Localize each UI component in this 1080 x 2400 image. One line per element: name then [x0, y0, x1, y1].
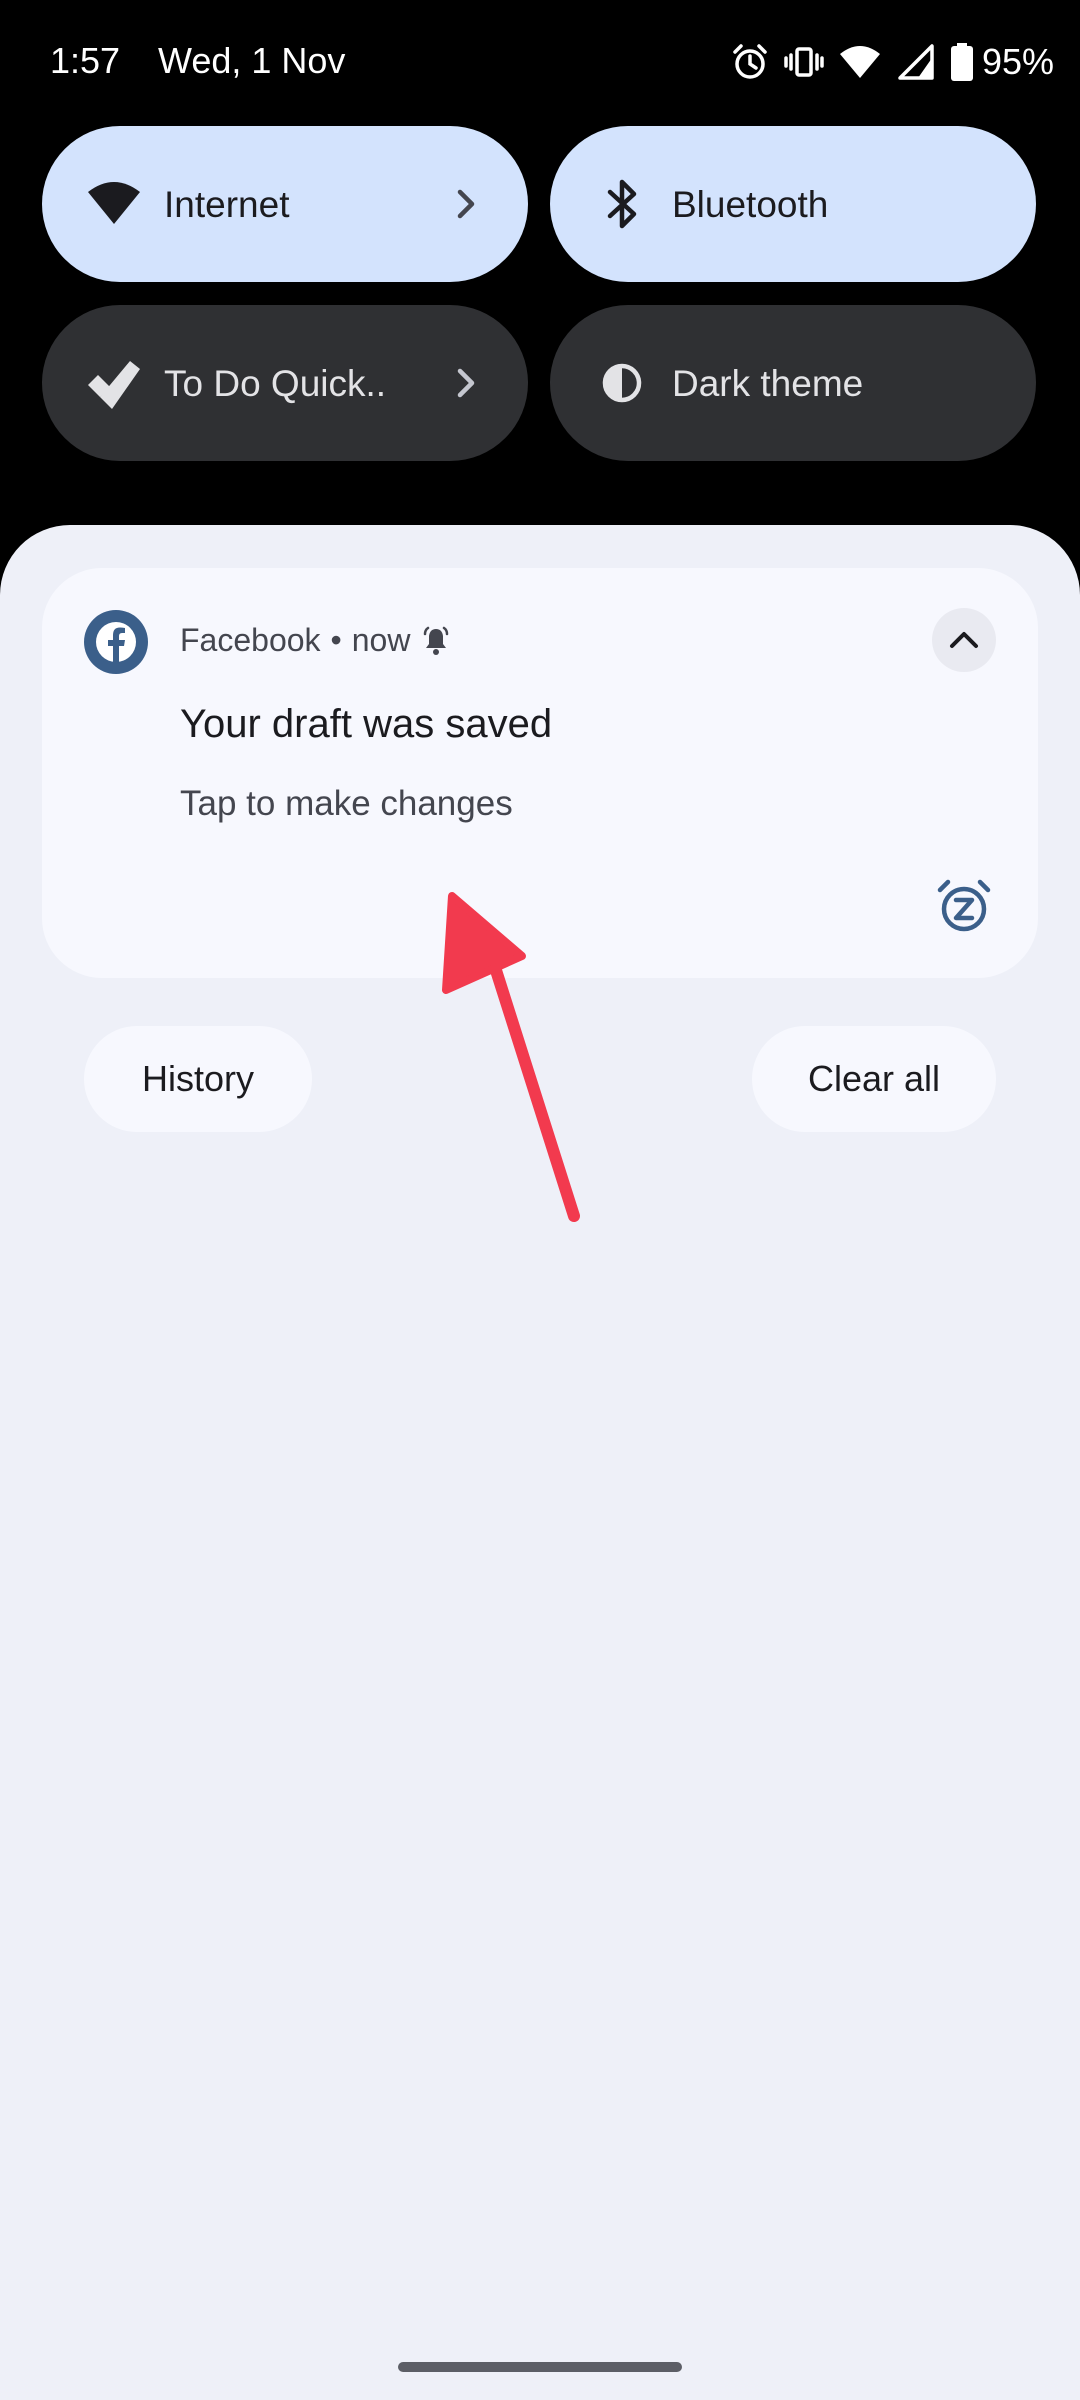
notification-body: Tap to make changes	[180, 784, 513, 823]
notification-separator: •	[330, 622, 342, 658]
dark-theme-icon	[602, 363, 642, 403]
status-date: Wed, 1 Nov	[158, 40, 346, 81]
tile-dark-theme[interactable]: Dark theme	[550, 305, 1036, 461]
wifi-icon	[839, 46, 880, 78]
clear-all-button[interactable]: Clear all	[752, 1026, 996, 1132]
notification-app-name: Facebook	[180, 622, 321, 658]
snooze-icon[interactable]	[934, 876, 994, 936]
alarm-icon	[733, 44, 767, 79]
facebook-icon	[84, 610, 148, 674]
tile-label: Internet	[164, 184, 290, 225]
battery-icon	[950, 43, 973, 81]
tile-label: Dark theme	[672, 363, 864, 404]
status-icons: 95%	[730, 40, 1054, 84]
notification-title: Your draft was saved	[180, 702, 553, 746]
alerting-bell-icon	[424, 626, 449, 655]
vibrate-icon	[784, 47, 824, 77]
tile-label: To Do Quick..	[164, 363, 387, 404]
bluetooth-icon	[607, 179, 637, 229]
tile-label: Bluetooth	[672, 184, 829, 225]
status-time: 1:57	[50, 40, 121, 81]
tile-todo-quick[interactable]: To Do Quick..	[42, 305, 528, 461]
status-bar: 1:57 Wed, 1 Nov 95%	[0, 0, 1080, 124]
chevron-right-icon	[457, 189, 475, 219]
collapse-button[interactable]	[932, 608, 996, 672]
history-button[interactable]: History	[84, 1026, 312, 1132]
notification-header: Facebook • now	[180, 622, 452, 659]
tile-internet[interactable]: Internet	[42, 126, 528, 282]
todo-check-icon	[88, 361, 140, 409]
wifi-icon	[88, 182, 140, 224]
home-indicator[interactable]	[398, 2362, 682, 2372]
tile-bluetooth[interactable]: Bluetooth	[550, 126, 1036, 282]
chevron-up-icon	[950, 632, 978, 648]
battery-percentage: 95%	[981, 41, 1054, 82]
notification-time: now	[351, 622, 411, 658]
chevron-right-icon	[457, 368, 475, 398]
cellular-signal-icon	[898, 44, 934, 80]
